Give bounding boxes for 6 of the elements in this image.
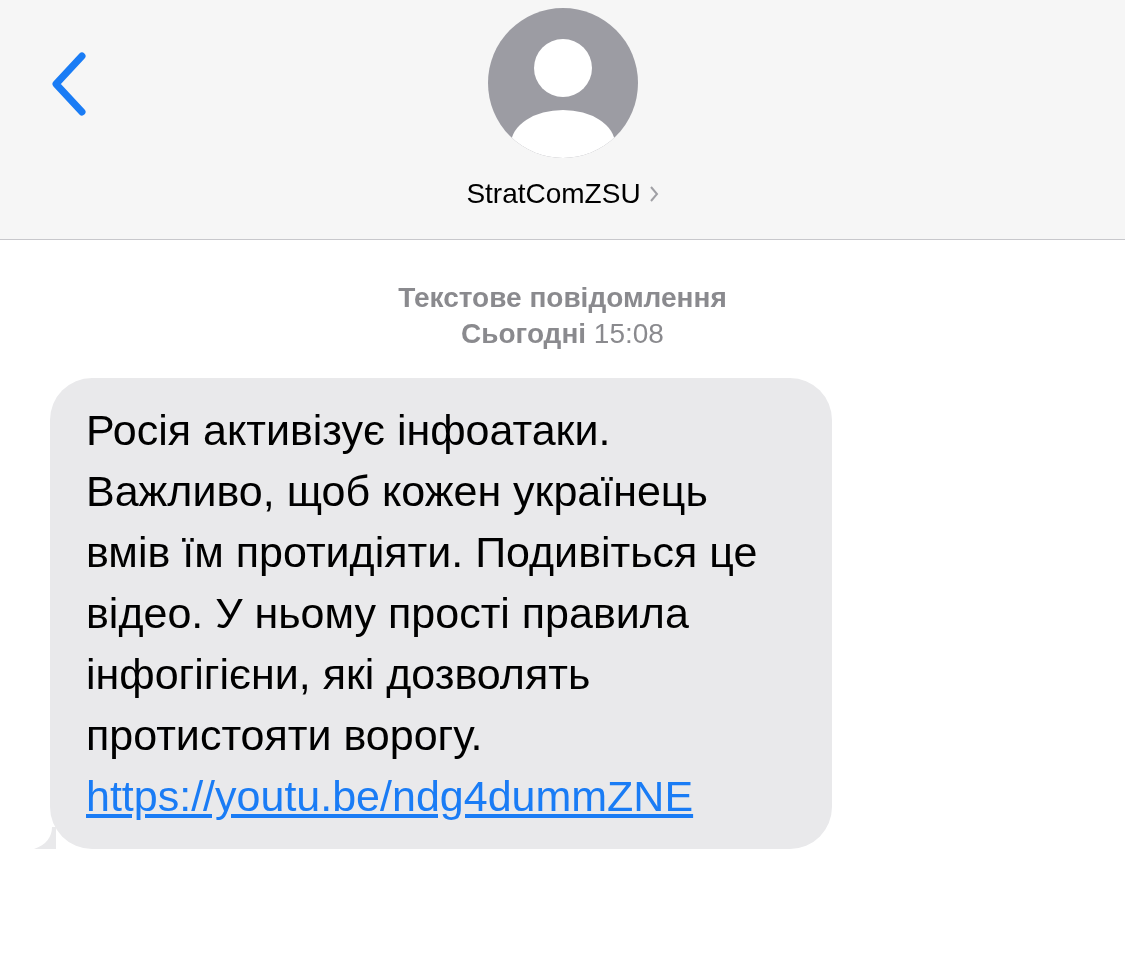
message-date: Сьогодні 15:08 bbox=[461, 318, 664, 350]
message-text: Росія активізує інфоатаки. Важливо, щоб кожен українець вмів їм протидіяти. Подивіться це відео. У ньому прості правила інфогігієни, які дозволять протистояти ворогу. https://youtu.be/ndg4dummZNE bbox=[86, 405, 759, 822]
contact-name[interactable]: StratComZSU bbox=[466, 178, 659, 210]
avatar-icon bbox=[487, 8, 638, 158]
message-type-label: Текстове повідомлення bbox=[398, 282, 727, 314]
chevron-icon bbox=[648, 185, 659, 203]
